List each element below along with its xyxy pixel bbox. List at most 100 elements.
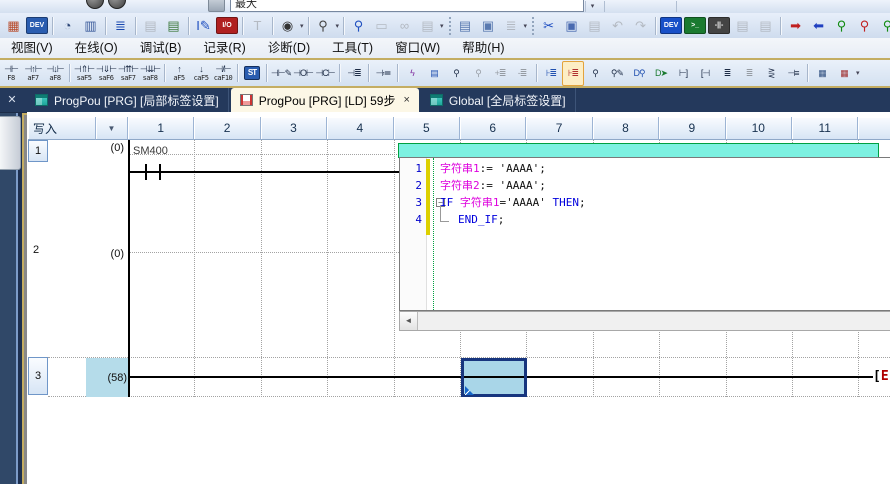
copy-icon[interactable]: ▣	[561, 16, 582, 36]
rising-pulse-close-button[interactable]: ⊣⇈⊢saF7	[117, 61, 139, 86]
vertical-line-down-button[interactable]: ↓caF5	[190, 61, 212, 86]
toolbar-overflow-icon-2[interactable]: ▾	[524, 22, 528, 30]
ladder-toolbar-overflow-icon[interactable]: ▾	[856, 69, 860, 77]
column-header-9[interactable]: 9	[659, 117, 725, 140]
convert-button[interactable]: ϟ	[401, 61, 423, 86]
zoom-edit-button[interactable]: ⚲✎	[606, 61, 628, 86]
menu-online[interactable]: 在线(O)	[64, 38, 129, 58]
undo-icon[interactable]: ↶	[607, 16, 628, 36]
column-header-6[interactable]: 6	[460, 117, 526, 140]
edit-rung-comment-button[interactable]: ⊣≣	[343, 61, 365, 86]
rung-step-2[interactable]: (0)	[60, 248, 124, 260]
clipboard-icon[interactable]: ▤	[417, 16, 438, 36]
monitor-start-icon[interactable]: ⚲	[831, 16, 852, 36]
convert-all-button[interactable]: ▤	[423, 61, 445, 86]
st-horizontal-scrollbar[interactable]: ◄	[399, 311, 890, 331]
delete-line-button[interactable]: ⊣/⊢caF10	[212, 61, 234, 86]
inline-st-button[interactable]: ST	[241, 61, 263, 86]
falling-pulse-button[interactable]: ⊣⇓⊢saF6	[95, 61, 117, 86]
cross-reference-button[interactable]: ▦	[811, 61, 833, 86]
element-list-icon[interactable]: ≣	[501, 16, 522, 36]
menu-debug[interactable]: 调试(B)	[129, 38, 193, 58]
draw-line-up-button[interactable]: ⊣↑⊢aF7	[22, 61, 44, 86]
binoculars-icon[interactable]: ∞	[394, 16, 415, 36]
tree-display-button[interactable]: ⊦≣	[540, 61, 562, 86]
bracket-close-button[interactable]: [⊣	[694, 61, 716, 86]
selected-cell[interactable]	[461, 358, 527, 397]
device-comment-edit-icon[interactable]: I✎	[193, 16, 214, 36]
rising-pulse-button[interactable]: ⊣⇑⊢saF5	[73, 61, 95, 86]
cut-icon[interactable]: ✂	[538, 16, 559, 36]
column-header-5[interactable]: 5	[394, 117, 460, 140]
device-search-dropdown-icon[interactable]: ▾	[336, 22, 340, 30]
draw-line-down-button[interactable]: ⊣↓⊢aF8	[44, 61, 66, 86]
monitor-search-icon[interactable]: ⚲	[348, 16, 369, 36]
combo-dropdown-icon[interactable]: ▾	[585, 1, 599, 12]
cross-reference-device-button[interactable]: ▦	[833, 61, 855, 86]
device-find-icon[interactable]: DEV	[660, 17, 682, 34]
contact-symbol[interactable]	[145, 164, 147, 180]
project-tree-icon[interactable]: ≣	[110, 16, 131, 36]
column-header-8[interactable]: 8	[593, 117, 659, 140]
rung-number-3[interactable]: 3	[28, 357, 48, 395]
st-code-line-4[interactable]: 4END_IF;	[400, 211, 890, 228]
column-header-1[interactable]: 1	[128, 117, 194, 140]
edit-instruction-button[interactable]: ⊣C⊢	[314, 61, 336, 86]
quick-search-combobox[interactable]: 最大	[230, 0, 584, 12]
comment-display-icon[interactable]	[208, 0, 225, 12]
rung-step-3-selected[interactable]: (58)	[86, 358, 128, 397]
delete-vertical-line-button[interactable]: ⊣⊢F8	[0, 61, 22, 86]
column-header-11[interactable]: 11	[792, 117, 858, 140]
monitor-stop-icon[interactable]: ⚲	[854, 16, 875, 36]
mode-indicator[interactable]: 写入	[28, 117, 96, 140]
instruction-find-icon[interactable]: >_	[684, 17, 706, 34]
find-unconverted-button[interactable]: ⚲	[445, 61, 467, 86]
st-code-line-2[interactable]: 2字符串2:= 'AAAA';	[400, 177, 890, 194]
display-mode-icon[interactable]: ◉	[277, 16, 298, 36]
build-tool-icon[interactable]: T	[247, 16, 268, 36]
vertical-line-up-button[interactable]: ↑aF5	[168, 61, 190, 86]
device-jump-button[interactable]: D➤	[650, 61, 672, 86]
sort-lines-button[interactable]: ⋛	[760, 61, 782, 86]
toolbar-overflow-icon-1[interactable]: ▾	[440, 22, 444, 30]
menu-diagnostics[interactable]: 诊断(D)	[257, 38, 321, 58]
contact-find-icon[interactable]: -||-	[708, 17, 730, 34]
menu-window[interactable]: 窗口(W)	[384, 38, 451, 58]
inline-st-editor[interactable]: 1字符串1:= 'AAAA';2字符串2:= 'AAAA';3−IF 字符串1=…	[399, 157, 890, 311]
st-code-line-1[interactable]: 1字符串1:= 'AAAA';	[400, 160, 890, 177]
menu-tools[interactable]: 工具(T)	[321, 38, 384, 58]
redo-icon[interactable]: ↷	[630, 16, 651, 36]
write-to-plc-icon[interactable]: ➡	[785, 16, 806, 36]
column-header-10[interactable]: 10	[726, 117, 792, 140]
module-config-icon[interactable]: ▦	[3, 16, 24, 36]
knob-icon-1[interactable]	[86, 0, 104, 9]
watch-gauge-icon[interactable]: ◔	[57, 16, 78, 36]
insert-row-button[interactable]: +≣	[489, 61, 511, 86]
paste-special-icon-2[interactable]: ▤	[755, 16, 776, 36]
dock-window-icon[interactable]: ▭	[371, 16, 392, 36]
io-check-icon[interactable]: I/O	[216, 17, 238, 34]
knob-icon-2[interactable]	[108, 0, 126, 9]
device-monitor-button[interactable]: D⚲	[628, 61, 650, 86]
inline-st-anchor-row[interactable]	[398, 143, 879, 158]
ladder-editor[interactable]: 写入 ▼ 1234567891011 1 (0) SM400 2 (0) 3 (…	[27, 112, 890, 484]
rung-number-1[interactable]: 1	[28, 140, 48, 162]
monitor-window-icon[interactable]: ▥	[80, 16, 101, 36]
column-header-2[interactable]: 2	[194, 117, 260, 140]
find-document-button[interactable]: ⚲	[467, 61, 489, 86]
statement-list-button[interactable]: ⊣≡	[782, 61, 804, 86]
close-icon[interactable]: ✕	[4, 92, 20, 108]
column-header-3[interactable]: 3	[261, 117, 327, 140]
monitor-watch-icon[interactable]: ⚲	[877, 16, 890, 36]
column-header-7[interactable]: 7	[526, 117, 592, 140]
edit-contact-button[interactable]: ⊣⊢✎	[270, 61, 292, 86]
align-bottom-button[interactable]: ≣	[738, 61, 760, 86]
rung-number-2[interactable]: 2	[33, 244, 39, 256]
device-search-icon[interactable]: ⚲	[313, 16, 334, 36]
bracket-open-button[interactable]: ⊢]	[672, 61, 694, 86]
tree-display-all-button[interactable]: ⊦≣	[562, 61, 584, 86]
tab-2[interactable]: ProgPou [PRG] [LD] 59步×	[231, 88, 419, 112]
menu-view[interactable]: 视图(V)	[0, 38, 64, 58]
tab-3[interactable]: Global [全局标签设置]	[421, 88, 576, 112]
paste-special-icon-1[interactable]: ▤	[732, 16, 753, 36]
